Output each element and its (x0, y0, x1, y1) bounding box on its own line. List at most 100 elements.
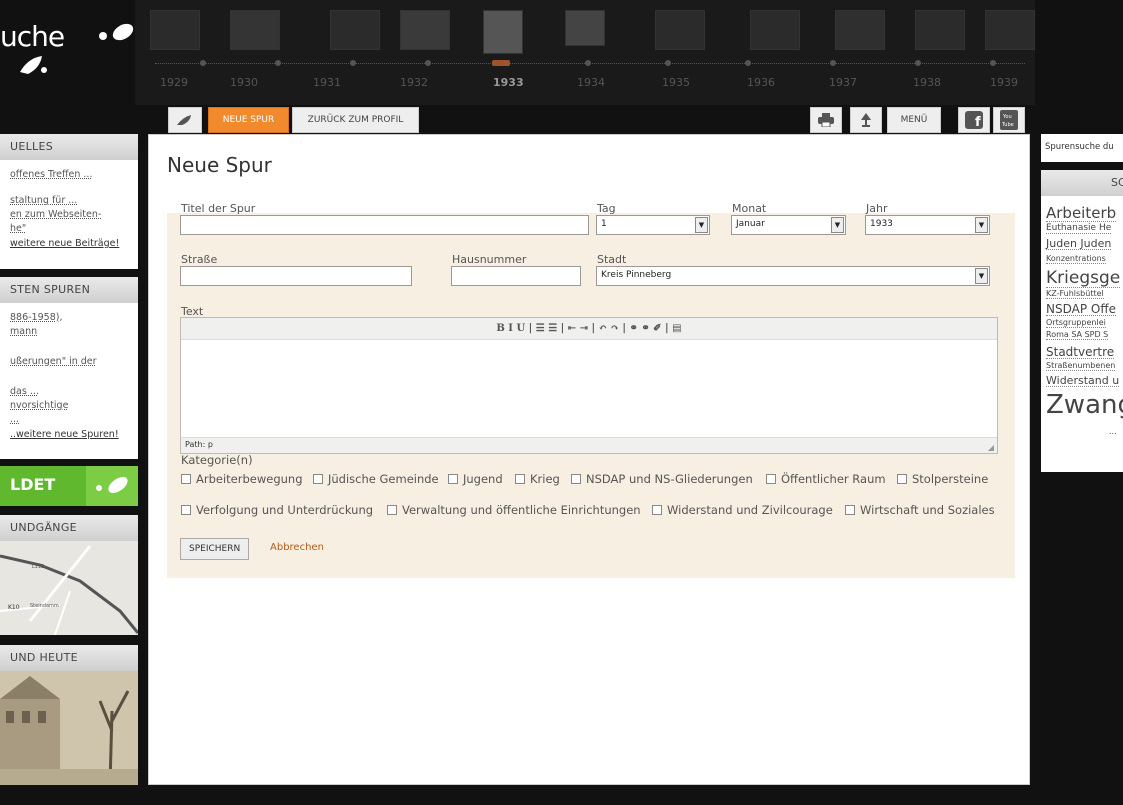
timeline-year-active[interactable]: 1933 (493, 76, 524, 89)
tag-link[interactable]: Arbeiterb (1046, 206, 1117, 222)
historic-photo[interactable] (0, 671, 138, 785)
tag-link[interactable]: Straßenumbenen (1046, 362, 1116, 371)
zurueck-profil-button[interactable]: ZURÜCK ZUM PROFIL (292, 107, 419, 133)
editor-content-area[interactable] (181, 340, 997, 437)
timeline-thumbnail[interactable] (230, 10, 280, 50)
tag-cloud-more[interactable]: ... (1109, 428, 1117, 436)
aktuelles-more-link[interactable]: weitere neue Beiträge! (0, 236, 138, 251)
gemeldet-banner[interactable]: LDET (0, 466, 138, 506)
category-checkbox[interactable]: Verfolgung und Unterdrückung (181, 503, 373, 517)
tag-link[interactable]: Stadtvertre (1046, 346, 1115, 359)
spuren-item[interactable]: ... (0, 413, 138, 427)
titel-input[interactable] (180, 215, 589, 235)
category-checkbox[interactable]: Arbeiterbewegung (181, 472, 303, 486)
rich-text-editor[interactable]: B I U | ☰ ☰ | ⇤ ⇥ | ↶ ↷ | ⚭ ⚭ ✐ | ▤ Path… (180, 317, 998, 454)
timeline-thumbnail[interactable] (483, 10, 523, 54)
timeline-marker[interactable] (425, 60, 431, 66)
timeline-year[interactable]: 1938 (913, 76, 941, 89)
category-checkbox[interactable]: Wirtschaft und Soziales (845, 503, 995, 517)
spuren-more-link[interactable]: ..weitere neue Spuren! (0, 427, 138, 442)
timeline-marker[interactable] (915, 60, 921, 66)
map-thumbnail[interactable]: K10 Steindamm L112 (0, 541, 138, 635)
spur-icon-button[interactable] (168, 107, 202, 133)
category-checkbox[interactable]: Verwaltung und öffentliche Einrichtungen (387, 503, 641, 517)
tag-link[interactable]: Kriegsge (1046, 270, 1121, 288)
category-checkbox[interactable]: Stolpersteine (897, 472, 988, 486)
category-checkbox[interactable]: Widerstand und Zivilcourage (652, 503, 833, 517)
youtube-button[interactable]: You Tube (993, 107, 1025, 133)
tag-link[interactable]: Zwang (1046, 392, 1123, 418)
tag-link[interactable]: Konzentrations (1046, 255, 1106, 264)
timeline-year[interactable]: 1932 (400, 76, 428, 89)
save-button[interactable]: SPEICHERN (180, 538, 250, 560)
timeline-year[interactable]: 1931 (313, 76, 341, 89)
timeline-marker[interactable] (200, 60, 206, 66)
resize-handle-icon[interactable]: ◢ (988, 443, 994, 452)
timeline-year[interactable]: 1935 (662, 76, 690, 89)
timeline-thumbnail[interactable] (330, 10, 380, 50)
aktuelles-item[interactable]: he" (0, 222, 138, 236)
aktuelles-item[interactable]: offenes Treffen ... (0, 168, 138, 182)
category-checkbox[interactable]: Jüdische Gemeinde (313, 472, 439, 486)
site-logo[interactable]: uche (0, 20, 65, 53)
category-checkbox[interactable]: Öffentlicher Raum (766, 472, 886, 486)
timeline-year[interactable]: 1939 (990, 76, 1018, 89)
stadt-select[interactable]: Kreis Pinneberg ▼ (596, 266, 990, 286)
neue-spur-button[interactable]: NEUE SPUR (208, 107, 289, 133)
timeline-marker[interactable] (585, 60, 591, 66)
timeline-year[interactable]: 1934 (577, 76, 605, 89)
checkbox-icon[interactable] (845, 505, 855, 515)
checkbox-icon[interactable] (652, 505, 662, 515)
checkbox-icon[interactable] (571, 474, 581, 484)
timeline-year[interactable]: 1929 (160, 76, 188, 89)
editor-toolbar[interactable]: B I U | ☰ ☰ | ⇤ ⇥ | ↶ ↷ | ⚭ ⚭ ✐ | ▤ (181, 318, 997, 340)
category-checkbox[interactable]: Krieg (515, 472, 560, 486)
hausnummer-input[interactable] (451, 266, 581, 286)
timeline-thumbnail[interactable] (835, 10, 885, 50)
checkbox-icon[interactable] (766, 474, 776, 484)
timeline-year[interactable]: 1937 (829, 76, 857, 89)
timeline-marker-active[interactable] (492, 60, 510, 66)
checkbox-icon[interactable] (313, 474, 323, 484)
checkbox-icon[interactable] (897, 474, 907, 484)
timeline-thumbnail[interactable] (915, 10, 965, 50)
timeline-thumbnail[interactable] (750, 10, 800, 50)
print-button[interactable] (810, 107, 842, 133)
facebook-button[interactable]: f (958, 107, 990, 133)
tag-link[interactable]: Widerstand u (1046, 375, 1120, 387)
tag-link[interactable]: KZ-Fuhlsbüttel (1046, 290, 1104, 299)
spuren-item[interactable]: mann (0, 325, 138, 339)
strasse-input[interactable] (180, 266, 412, 286)
menu-button[interactable]: MENÜ (887, 107, 941, 133)
tag-select[interactable]: 1 ▼ (596, 215, 710, 235)
spuren-item[interactable]: das ... (0, 385, 138, 399)
category-checkbox[interactable]: NSDAP und NS-Gliederungen (571, 472, 753, 486)
monat-select[interactable]: Januar ▼ (731, 215, 846, 235)
checkbox-icon[interactable] (181, 474, 191, 484)
tag-link[interactable]: Roma SA SPD S (1046, 331, 1109, 340)
tag-link[interactable]: Ortsgruppenlei (1046, 319, 1106, 328)
tag-link[interactable]: Euthanasie He (1046, 224, 1112, 234)
timeline-year[interactable]: 1936 (747, 76, 775, 89)
checkbox-icon[interactable] (448, 474, 458, 484)
spuren-item[interactable]: 886-1958), (0, 311, 138, 325)
checkbox-icon[interactable] (387, 505, 397, 515)
category-checkbox[interactable]: Jugend (448, 472, 503, 486)
jahr-select[interactable]: 1933 ▼ (865, 215, 990, 235)
timeline-thumbnail[interactable] (985, 10, 1035, 50)
timeline-marker[interactable] (665, 60, 671, 66)
timeline-year[interactable]: 1930 (230, 76, 258, 89)
timeline-marker[interactable] (990, 60, 996, 66)
timeline-marker[interactable] (830, 60, 836, 66)
timeline-marker[interactable] (350, 60, 356, 66)
timeline-marker[interactable] (275, 60, 281, 66)
aktuelles-item[interactable]: en zum Webseiten- (0, 208, 138, 222)
aktuelles-item[interactable]: staltung für ... (0, 194, 138, 208)
timeline-thumbnail[interactable] (655, 10, 705, 50)
timeline-thumbnail[interactable] (565, 10, 605, 46)
checkbox-icon[interactable] (515, 474, 525, 484)
checkbox-icon[interactable] (181, 505, 191, 515)
editor-toolbar-buttons[interactable]: B I U | ☰ ☰ | ⇤ ⇥ | ↶ ↷ | ⚭ ⚭ ✐ | ▤ (496, 323, 681, 334)
spuren-item[interactable]: nvorsichtige (0, 399, 138, 413)
timeline-marker[interactable] (745, 60, 751, 66)
